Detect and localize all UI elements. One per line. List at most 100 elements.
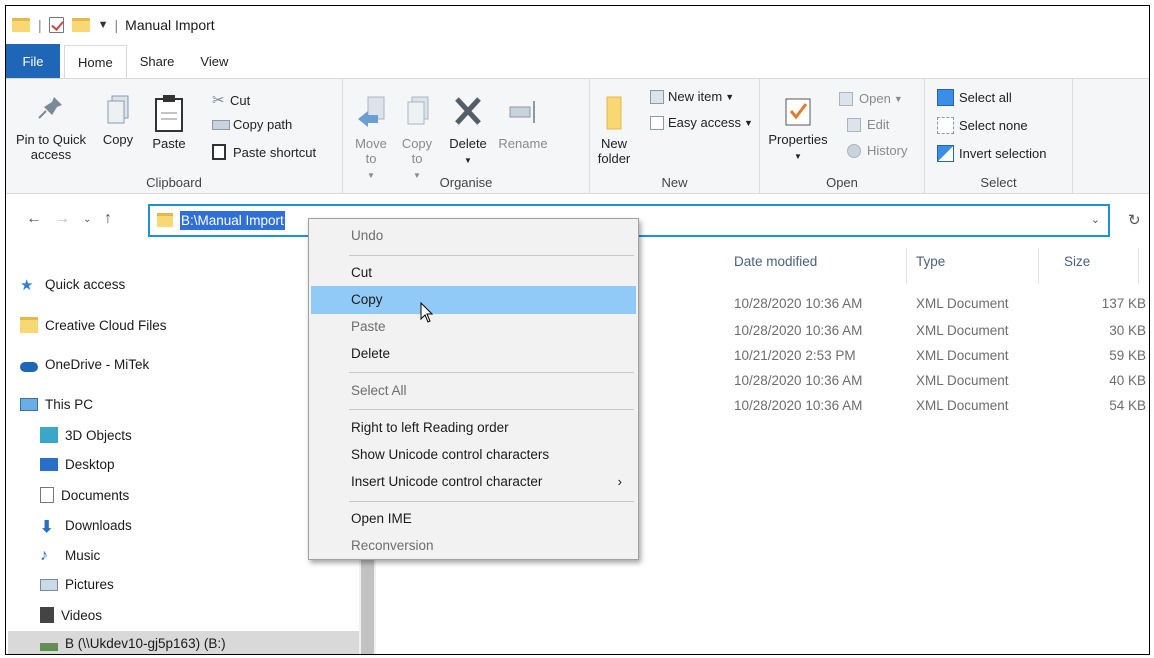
edit-label: Edit [867, 117, 890, 132]
document-icon [40, 487, 54, 503]
column-separator[interactable] [1038, 248, 1039, 284]
invert-selection-icon [937, 145, 954, 162]
copy-label: Copy [102, 132, 134, 147]
menu-item-insert-unicode[interactable]: Insert Unicode control character › [311, 468, 636, 496]
open-button[interactable]: Open ▼ [839, 91, 903, 106]
column-header-type[interactable]: Type [916, 254, 945, 269]
cell-date: 10/28/2020 10:36 AM [734, 398, 863, 413]
menu-item-cut[interactable]: Cut [311, 259, 636, 287]
cube-icon [40, 427, 58, 443]
select-none-button[interactable]: Select none [937, 117, 1028, 134]
menu-item-undo[interactable]: Undo [311, 222, 636, 250]
nav-item-onedrive[interactable]: OneDrive - MiTek [20, 357, 149, 372]
properties-check-icon[interactable] [48, 17, 64, 33]
monitor-icon [20, 398, 38, 411]
nav-item-network-drive-b[interactable]: B (\\Ukdev10-gj5p163) (B:) [8, 631, 359, 654]
nav-item-pictures[interactable]: Pictures [40, 577, 114, 592]
delete-button[interactable]: Delete ▼ [443, 93, 493, 168]
new-group-label: New [661, 175, 688, 190]
mouse-cursor-icon [420, 302, 434, 323]
select-all-button[interactable]: Select all [937, 89, 1012, 106]
menu-item-delete[interactable]: Delete [311, 340, 636, 368]
paste-shortcut-button[interactable]: Paste shortcut [212, 144, 316, 160]
organise-group-label: Organise [439, 175, 493, 190]
column-header-size[interactable]: Size [1064, 254, 1090, 269]
cell-type: XML Document [916, 348, 1009, 363]
move-to-label: Move to [355, 136, 387, 166]
new-item-icon [650, 89, 664, 104]
window-title: Manual Import [125, 17, 215, 33]
nav-label: Quick access [45, 276, 126, 292]
menu-item-select-all[interactable]: Select All [311, 377, 636, 405]
forward-arrow-icon[interactable]: → [54, 210, 70, 228]
menu-item-copy[interactable]: Copy [311, 286, 636, 314]
nav-item-downloads[interactable]: ⬇ Downloads [40, 517, 132, 537]
nav-label: Creative Cloud Files [45, 317, 167, 333]
paste-icon [155, 95, 183, 132]
history-button[interactable]: History [847, 143, 907, 158]
column-separator[interactable] [1138, 248, 1139, 284]
properties-button[interactable]: Properties ▼ [768, 93, 828, 164]
menu-item-open-ime[interactable]: Open IME [311, 505, 636, 533]
menu-item-reconversion[interactable]: Reconversion [311, 532, 636, 560]
menu-item-show-unicode[interactable]: Show Unicode control characters [311, 441, 636, 469]
nav-item-music[interactable]: ♪ Music [40, 547, 100, 564]
menu-item-rtl-reading-order[interactable]: Right to left Reading order [311, 414, 636, 442]
nav-item-desktop[interactable]: Desktop [40, 457, 115, 472]
address-input[interactable]: B:\Manual Import [180, 211, 285, 230]
nav-item-3d-objects[interactable]: 3D Objects [40, 427, 132, 443]
network-drive-icon [40, 642, 58, 651]
tab-view[interactable]: View [187, 44, 241, 78]
customize-toolbar-icon[interactable]: ▼ [98, 19, 109, 31]
tab-share[interactable]: Share [127, 44, 188, 78]
paste-button[interactable]: Paste [144, 93, 194, 151]
cell-type: XML Document [916, 373, 1009, 388]
refresh-icon[interactable]: ↻ [1128, 211, 1141, 229]
history-icon [847, 143, 861, 158]
tab-file[interactable]: File [6, 44, 60, 78]
new-folder-icon [606, 96, 622, 130]
nav-item-creative-cloud[interactable]: Creative Cloud Files [20, 317, 167, 333]
move-to-button[interactable]: Move to▼ [351, 93, 391, 183]
menu-separator [349, 372, 634, 373]
nav-item-videos[interactable]: Videos [40, 607, 102, 623]
edit-button[interactable]: Edit [847, 117, 889, 132]
menu-separator [349, 409, 634, 410]
back-arrow-icon[interactable]: ← [26, 210, 42, 228]
paste-label: Paste [152, 136, 186, 151]
column-separator[interactable] [906, 248, 907, 284]
rename-button[interactable]: Rename [495, 93, 551, 151]
film-icon [40, 607, 54, 623]
invert-selection-button[interactable]: Invert selection [937, 145, 1046, 162]
nav-label: This PC [45, 397, 94, 412]
pin-to-quick-access-button[interactable]: Pin to Quick access [10, 93, 92, 162]
menu-item-paste[interactable]: Paste [311, 313, 636, 341]
nav-item-documents[interactable]: Documents [40, 487, 129, 503]
rename-label: Rename [498, 136, 548, 151]
copy-icon [107, 95, 129, 124]
chevron-down-icon[interactable]: ⌄ [1091, 213, 1100, 226]
nav-item-this-pc[interactable]: This PC [20, 397, 93, 412]
copy-button[interactable]: Copy [98, 93, 138, 147]
easy-access-icon [650, 115, 664, 130]
copy-to-button[interactable]: Copy to▼ [397, 93, 437, 183]
cut-button[interactable]: ✂ Cut [212, 91, 250, 109]
select-none-icon [937, 117, 954, 134]
new-item-label: New item [668, 89, 723, 104]
easy-access-button[interactable]: Easy access ▼ [650, 115, 753, 130]
select-all-label: Select all [959, 90, 1012, 105]
submenu-chevron-icon: › [617, 474, 622, 489]
nav-label: B (\\Ukdev10-gj5p163) (B:) [65, 636, 226, 651]
recent-locations-chevron-icon[interactable]: ⌄ [83, 214, 91, 225]
tab-home[interactable]: Home [64, 45, 127, 79]
new-folder-icon[interactable] [71, 18, 90, 32]
move-to-icon [358, 96, 385, 127]
copy-path-button[interactable]: Copy path [212, 117, 292, 132]
nav-label: Pictures [65, 577, 114, 592]
explorer-window: | ▼ | Manual Import File Home Share View… [5, 5, 1150, 655]
new-item-button[interactable]: New item ▼ [650, 89, 734, 104]
column-header-date[interactable]: Date modified [734, 254, 817, 269]
nav-item-quick-access[interactable]: ★ Quick access [20, 276, 126, 295]
new-folder-button[interactable]: New folder [592, 93, 636, 166]
up-arrow-icon[interactable]: ↑ [104, 210, 112, 228]
